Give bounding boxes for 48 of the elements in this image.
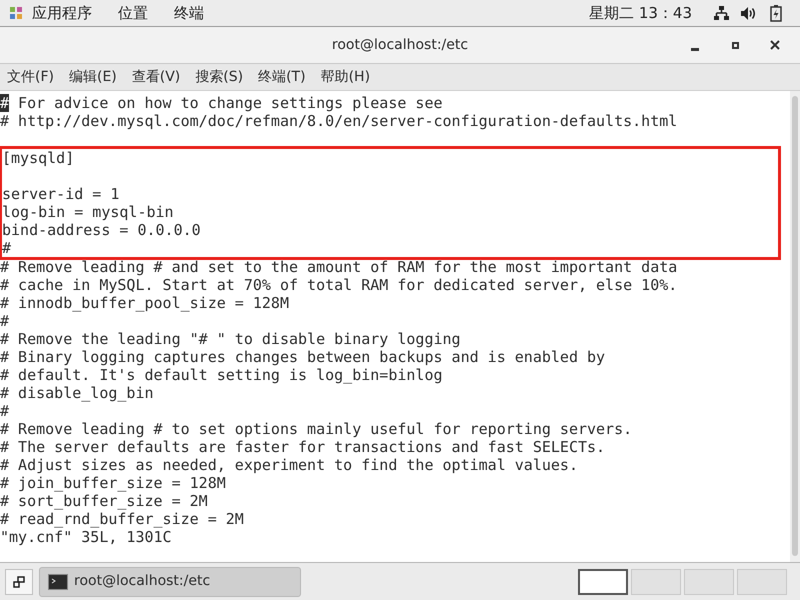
terminal-line: log-bin = mysql-bin bbox=[2, 203, 174, 221]
top-menu[interactable]: 位置 bbox=[118, 2, 148, 24]
terminal-line: # Adjust sizes as needed, experiment to find the optimal values. bbox=[0, 456, 578, 474]
terminal-line: For advice on how to change settings please see bbox=[17, 94, 443, 112]
terminal-line: # disable_log_bin bbox=[0, 384, 154, 402]
menu-item[interactable]: 文件(F) bbox=[7, 66, 54, 88]
top-menu[interactable]: 终端 bbox=[174, 2, 204, 24]
terminal-line: # read_rnd_buffer_size = 2M bbox=[0, 510, 244, 528]
menu-item[interactable]: 编辑(E) bbox=[68, 66, 117, 88]
terminal-line: # Binary logging captures changes between backups and is enabled by bbox=[0, 348, 606, 366]
close-icon[interactable] bbox=[770, 40, 780, 50]
show-desktop-button[interactable] bbox=[5, 568, 33, 594]
terminal-line: # http://dev.mysql.com/doc/refman/8.0/en/server-configuration-defaults.html bbox=[0, 112, 678, 130]
menu-item[interactable]: 终端(T) bbox=[258, 66, 306, 88]
cursor: # bbox=[0, 94, 10, 112]
minimize-icon[interactable] bbox=[691, 48, 699, 50]
terminal-line: # bbox=[0, 312, 10, 330]
terminal-line: # Remove leading # and set to the amount of RAM for the most important data bbox=[0, 258, 678, 276]
terminal-line: # Remove leading # to set options mainly useful for reporting servers. bbox=[0, 420, 632, 438]
terminal-line: # The server defaults are faster for transactions and fast SELECTs. bbox=[0, 438, 606, 456]
maximize-icon[interactable] bbox=[732, 42, 739, 48]
terminal-line: # bbox=[2, 239, 12, 257]
menu-item[interactable]: 帮助(H) bbox=[320, 66, 370, 88]
terminal-icon bbox=[48, 574, 68, 590]
terminal-line: [mysqld] bbox=[2, 149, 74, 167]
taskbar-window-button[interactable]: root@localhost:/etc bbox=[39, 566, 301, 596]
workspace-switcher[interactable] bbox=[578, 568, 628, 594]
menu-item[interactable]: 查看(V) bbox=[132, 66, 180, 88]
terminal-line: # join_buffer_size = 128M bbox=[0, 474, 226, 492]
apps-icon bbox=[8, 5, 24, 21]
terminal-line: # cache in MySQL. Start at 70% of total RAM for dedicated server, else 10%. bbox=[0, 276, 678, 294]
terminal-line: bind-address = 0.0.0.0 bbox=[2, 221, 201, 239]
top-menu[interactable]: 应用程序 bbox=[32, 2, 92, 24]
clock[interactable]: 星期二 13：43 bbox=[589, 2, 692, 24]
terminal-line: # sort_buffer_size = 2M bbox=[0, 492, 208, 510]
terminal-line: server-id = 1 bbox=[2, 185, 120, 203]
terminal-line: # bbox=[0, 402, 10, 420]
terminal-line: # default. It's default setting is log_bin=binlog bbox=[0, 366, 443, 384]
network-icon[interactable] bbox=[714, 6, 729, 20]
terminal-line: "my.cnf" 35L, 1301C bbox=[0, 528, 172, 546]
window-title: root@localhost:/etc bbox=[332, 36, 468, 54]
battery-icon[interactable] bbox=[770, 4, 782, 22]
scrollbar[interactable] bbox=[790, 91, 800, 562]
terminal-line: # innodb_buffer_pool_size = 128M bbox=[0, 294, 289, 312]
windows-icon bbox=[13, 576, 25, 588]
volume-icon[interactable] bbox=[741, 6, 756, 20]
terminal-line: # Remove the leading "# " to disable binary logging bbox=[0, 330, 461, 348]
menu-item[interactable]: 搜索(S) bbox=[195, 66, 244, 88]
